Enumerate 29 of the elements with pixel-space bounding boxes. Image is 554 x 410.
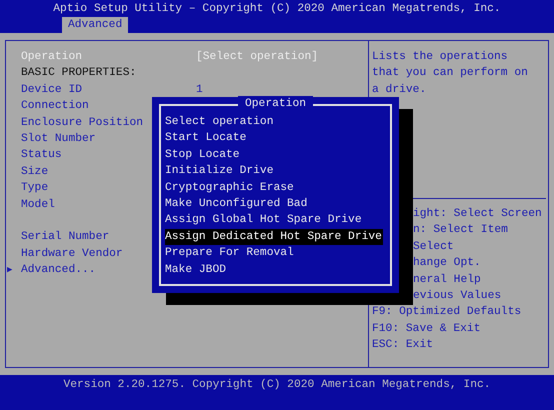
version-text: Version 2.20.1275. Copyright (C) 2020 American Megatrends, Inc.: [63, 378, 491, 393]
help-text: that you can perform on: [372, 66, 528, 82]
popup-option[interactable]: Assign Dedicated Hot Spare Drive: [165, 228, 383, 246]
setting-label[interactable]: Device ID: [21, 82, 196, 98]
key-hint: F9: Optimized Defaults: [372, 304, 522, 320]
popup-option[interactable]: Stop Locate: [165, 146, 241, 164]
key-hint: ight: Select Screen: [413, 206, 542, 222]
popup-option[interactable]: Prepare For Removal: [165, 245, 295, 262]
key-hint: ESC: Exit: [372, 338, 434, 354]
tab[interactable]: Advanced: [62, 17, 128, 34]
popup-option[interactable]: Select operation: [165, 114, 274, 130]
key-hint: evious Values: [413, 288, 502, 304]
key-hint: F10: Save & Exit: [372, 322, 480, 337]
key-hint: n: Select Item: [413, 222, 508, 238]
key-hint: Select: [413, 240, 454, 255]
popup-option[interactable]: Make JBOD: [165, 262, 228, 278]
popup-option[interactable]: Initialize Drive: [165, 163, 274, 180]
help-text: a drive.: [372, 82, 426, 98]
window-title: Aptio Setup Utility – Copyright (C) 2020 American Megatrends, Inc.: [53, 2, 501, 17]
popup-option[interactable]: Make Unconfigured Bad: [165, 196, 308, 212]
popup-option[interactable]: Cryptographic Erase: [165, 180, 295, 196]
help-text: Lists the operations: [372, 50, 508, 65]
key-hint: hange Opt.: [413, 256, 481, 272]
setting-value: 1: [196, 82, 203, 98]
popup-option[interactable]: Assign Global Hot Spare Drive: [165, 212, 363, 229]
setting-label: BASIC PROPERTIES:: [21, 66, 138, 82]
popup-option[interactable]: Start Locate: [165, 130, 248, 147]
submenu-marker: ▶: [7, 266, 12, 275]
key-hint: neral Help: [413, 272, 481, 288]
